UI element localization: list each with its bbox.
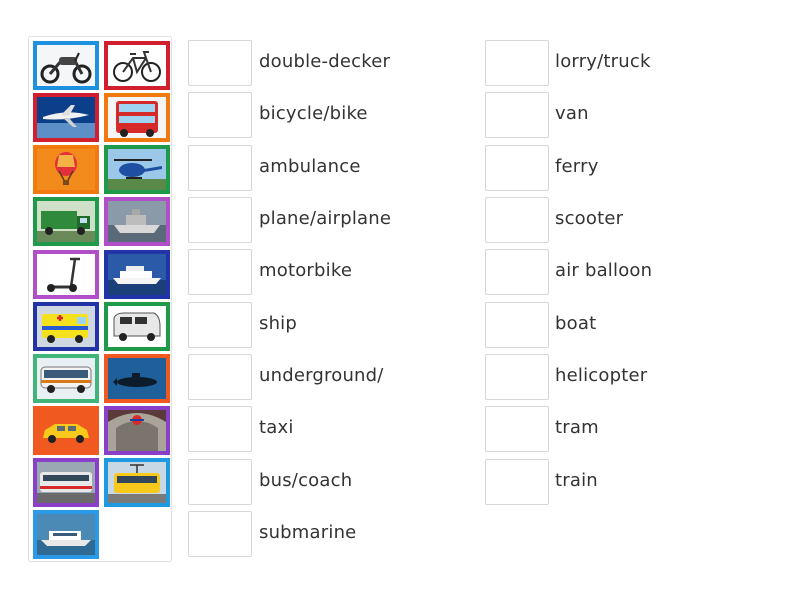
drop-box-double-decker[interactable] xyxy=(188,40,252,86)
drop-box-train[interactable] xyxy=(485,459,549,505)
drop-box-lorry-truck[interactable] xyxy=(485,40,549,86)
drop-box-submarine[interactable] xyxy=(188,511,252,557)
label-ferry: ferry xyxy=(555,156,599,177)
drop-box-underground[interactable] xyxy=(188,354,252,400)
drop-box-motorbike[interactable] xyxy=(188,249,252,295)
drop-box-ferry[interactable] xyxy=(485,145,549,191)
ferry-icon xyxy=(37,514,95,555)
air-balloon-icon xyxy=(37,149,95,190)
double-decker-icon xyxy=(108,97,166,138)
label-tram: tram xyxy=(555,417,599,438)
drop-box-ship[interactable] xyxy=(188,302,252,348)
drop-box-van[interactable] xyxy=(485,92,549,138)
motorbike-icon xyxy=(37,45,95,86)
label-scooter: scooter xyxy=(555,208,624,229)
drop-box-air-balloon[interactable] xyxy=(485,249,549,295)
drop-box-ambulance[interactable] xyxy=(188,145,252,191)
label-plane: plane/airplane xyxy=(259,208,392,229)
van-icon xyxy=(108,306,166,347)
label-bus-coach: bus/coach xyxy=(259,470,353,491)
boat-picture[interactable] xyxy=(104,197,170,246)
motorbike-picture[interactable] xyxy=(33,41,99,90)
drop-box-bicycle[interactable] xyxy=(188,92,252,138)
label-train: train xyxy=(555,470,598,491)
coach-picture[interactable] xyxy=(33,354,99,403)
lorry-picture[interactable] xyxy=(33,197,99,246)
label-ambulance: ambulance xyxy=(259,156,361,177)
tram-icon xyxy=(108,462,166,503)
train-icon xyxy=(37,462,95,503)
label-ship: ship xyxy=(259,313,298,334)
submarine-picture[interactable] xyxy=(104,354,170,403)
underground-picture[interactable] xyxy=(104,406,170,455)
label-motorbike: motorbike xyxy=(259,260,353,281)
drop-box-helicopter[interactable] xyxy=(485,354,549,400)
drop-box-taxi[interactable] xyxy=(188,406,252,452)
bicycle-icon xyxy=(108,45,166,86)
submarine-icon xyxy=(108,358,166,399)
underground-icon xyxy=(108,410,166,451)
drop-box-plane[interactable] xyxy=(188,197,252,243)
ambulance-icon xyxy=(37,306,95,347)
drop-box-tram[interactable] xyxy=(485,406,549,452)
ship-icon xyxy=(108,254,166,295)
lorry-icon xyxy=(37,201,95,242)
coach-icon xyxy=(37,358,95,399)
drop-box-boat[interactable] xyxy=(485,302,549,348)
boat-icon xyxy=(108,201,166,242)
air-balloon-picture[interactable] xyxy=(33,145,99,194)
label-bicycle: bicycle/bike xyxy=(259,103,368,124)
label-helicopter: helicopter xyxy=(555,365,648,386)
ferry-picture[interactable] xyxy=(33,510,99,559)
train-picture[interactable] xyxy=(33,458,99,507)
ship-picture[interactable] xyxy=(104,250,170,299)
plane-picture[interactable] xyxy=(33,93,99,142)
helicopter-icon xyxy=(108,149,166,190)
drop-box-scooter[interactable] xyxy=(485,197,549,243)
label-boat: boat xyxy=(555,313,597,334)
label-air-balloon: air balloon xyxy=(555,260,653,281)
taxi-picture[interactable] xyxy=(33,406,99,455)
taxi-icon xyxy=(37,410,95,451)
scooter-picture[interactable] xyxy=(33,250,99,299)
label-submarine: submarine xyxy=(259,522,357,543)
drop-box-bus-coach[interactable] xyxy=(188,459,252,505)
scooter-icon xyxy=(37,254,95,295)
tram-picture[interactable] xyxy=(104,458,170,507)
label-double-decker: double-decker xyxy=(259,51,391,72)
picture-tray xyxy=(28,36,172,562)
label-van: van xyxy=(555,103,589,124)
plane-icon xyxy=(37,97,95,138)
van-picture[interactable] xyxy=(104,302,170,351)
label-taxi: taxi xyxy=(259,417,294,438)
helicopter-picture[interactable] xyxy=(104,145,170,194)
bicycle-picture[interactable] xyxy=(104,41,170,90)
ambulance-picture[interactable] xyxy=(33,302,99,351)
label-lorry-truck: lorry/truck xyxy=(555,51,651,72)
double-decker-picture[interactable] xyxy=(104,93,170,142)
label-underground: underground/ xyxy=(259,365,384,386)
